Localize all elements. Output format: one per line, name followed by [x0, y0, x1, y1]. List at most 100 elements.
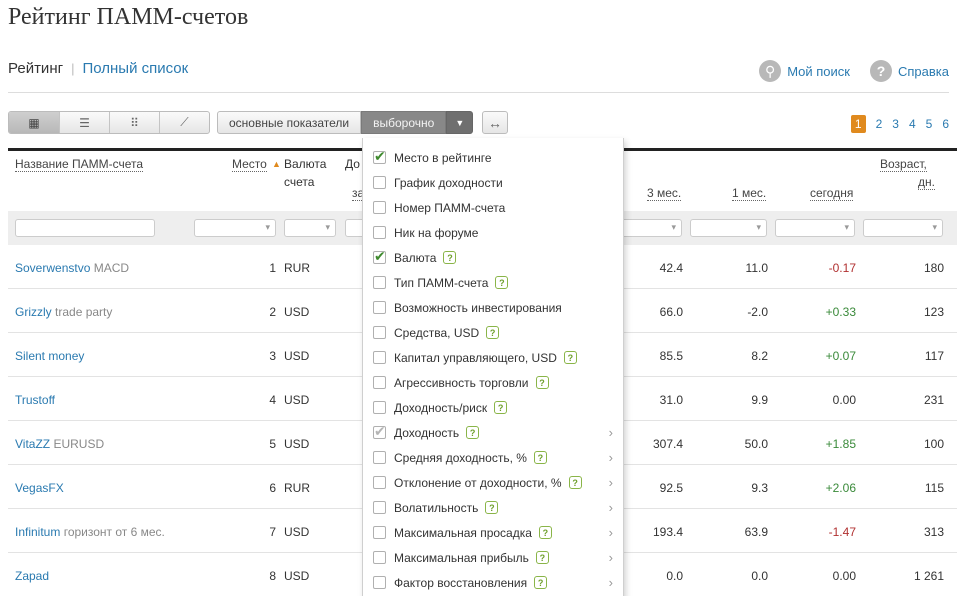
checkbox[interactable] — [373, 248, 386, 265]
help-link[interactable]: Справка — [898, 64, 949, 79]
account-name-link[interactable]: Zapad — [15, 569, 49, 583]
account-name-link[interactable]: Infinitum — [15, 525, 60, 539]
checkbox[interactable] — [373, 451, 386, 464]
column-option[interactable]: Место в рейтинге — [373, 145, 613, 170]
checkbox[interactable] — [373, 276, 386, 289]
account-name[interactable]: Soverwenstvo MACD — [15, 261, 129, 275]
checkbox[interactable] — [373, 576, 386, 589]
help-icon[interactable]: ? — [494, 401, 508, 414]
expand-width-button[interactable]: ↔ — [482, 111, 508, 134]
header-1m[interactable]: 1 мес. — [732, 186, 767, 201]
help-icon[interactable]: ? — [870, 60, 892, 82]
checkbox[interactable] — [373, 176, 386, 189]
chart-view-button[interactable]: ⟋ — [159, 112, 209, 133]
grid-view-button[interactable]: ▦ — [9, 112, 59, 133]
tab-rating[interactable]: Рейтинг — [8, 60, 63, 77]
chevron-right-icon[interactable]: › — [609, 575, 613, 590]
age-filter-select[interactable] — [863, 219, 943, 237]
checkbox[interactable] — [373, 401, 386, 414]
help-icon[interactable]: ? — [534, 576, 548, 589]
help-icon[interactable]: ? — [538, 526, 552, 539]
page-6[interactable]: 6 — [942, 117, 949, 131]
account-name-link[interactable]: Grizzly — [15, 305, 52, 319]
account-name-link[interactable]: VegasFX — [15, 481, 64, 495]
help-icon[interactable]: ? — [443, 251, 457, 264]
checkbox[interactable] — [373, 201, 386, 214]
help-icon[interactable]: ? — [485, 501, 499, 514]
column-option[interactable]: Максимальная просадка? › — [373, 520, 613, 545]
page-5[interactable]: 5 — [926, 117, 933, 131]
page-2[interactable]: 2 — [876, 117, 883, 131]
header-name[interactable]: Название ПАММ-счета — [15, 157, 144, 172]
my-search-link[interactable]: Мой поиск — [787, 64, 850, 79]
tiles-view-button[interactable]: ⠿ — [109, 112, 159, 133]
chevron-right-icon[interactable]: › — [609, 425, 613, 440]
account-name[interactable]: Zapad — [15, 569, 49, 583]
column-option[interactable]: Фактор восстановления? › — [373, 570, 613, 595]
account-name[interactable]: Silent money — [15, 349, 84, 363]
account-name-link[interactable]: Silent money — [15, 349, 84, 363]
help-icon[interactable]: ? — [466, 426, 480, 439]
custom-columns-button[interactable]: выборочно — [361, 111, 447, 134]
help-icon[interactable]: ? — [535, 551, 549, 564]
help-icon[interactable]: ? — [533, 451, 547, 464]
help-icon[interactable]: ? — [486, 326, 500, 339]
checkbox[interactable] — [373, 351, 386, 364]
account-name[interactable]: Trustoff — [15, 393, 55, 407]
column-option[interactable]: Доходность? › — [373, 420, 613, 445]
column-option[interactable]: Средства, USD? — [373, 320, 613, 345]
column-option[interactable]: Агрессивность торговли? — [373, 370, 613, 395]
checkbox[interactable] — [373, 501, 386, 514]
column-option[interactable]: Волатильность? › — [373, 495, 613, 520]
help-icon[interactable]: ? — [495, 276, 509, 289]
checkbox[interactable] — [373, 423, 386, 440]
search-icon[interactable]: ⚲ — [759, 60, 782, 82]
list-view-button[interactable]: ☰ — [59, 112, 109, 133]
help-icon[interactable]: ? — [568, 476, 582, 489]
column-option[interactable]: Возможность инвестирования — [373, 295, 613, 320]
m1-filter-select[interactable] — [690, 219, 767, 237]
column-option[interactable]: Валюта? — [373, 245, 613, 270]
basic-indicators-button[interactable]: основные показатели — [217, 111, 362, 134]
place-filter-select[interactable] — [194, 219, 276, 237]
name-filter-input[interactable] — [15, 219, 155, 237]
currency-filter-select[interactable] — [284, 219, 336, 237]
chevron-right-icon[interactable]: › — [609, 450, 613, 465]
chevron-down-icon[interactable]: ▼ — [446, 111, 474, 134]
help-icon[interactable]: ? — [535, 376, 549, 389]
checkbox[interactable] — [373, 526, 386, 539]
column-option[interactable]: Ник на форуме — [373, 220, 613, 245]
checkbox[interactable] — [373, 301, 386, 314]
chevron-right-icon[interactable]: › — [609, 500, 613, 515]
header-today[interactable]: сегодня — [810, 186, 854, 201]
column-option[interactable]: Средняя доходность, %? › — [373, 445, 613, 470]
checkbox[interactable] — [373, 148, 386, 165]
header-age-1[interactable]: Возраст, — [880, 157, 927, 172]
column-option[interactable]: Максимальная прибыль? › — [373, 545, 613, 570]
checkbox[interactable] — [373, 476, 386, 489]
column-option[interactable]: Доходность/риск? — [373, 395, 613, 420]
account-name[interactable]: VegasFX — [15, 481, 64, 495]
checkbox[interactable] — [373, 376, 386, 389]
chevron-right-icon[interactable]: › — [609, 550, 613, 565]
account-name-link[interactable]: VitaZZ — [15, 437, 50, 451]
today-filter-select[interactable] — [775, 219, 855, 237]
column-option[interactable]: Отклонение от доходности, %? › — [373, 470, 613, 495]
page-4[interactable]: 4 — [909, 117, 916, 131]
column-option[interactable]: Тип ПАММ-счета? — [373, 270, 613, 295]
account-name[interactable]: VitaZZ EURUSD — [15, 437, 104, 451]
column-option[interactable]: График доходности — [373, 170, 613, 195]
account-name[interactable]: Infinitum горизонт от 6 мес. — [15, 525, 165, 539]
checkbox[interactable] — [373, 551, 386, 564]
chevron-right-icon[interactable]: › — [609, 525, 613, 540]
help-icon[interactable]: ? — [563, 351, 577, 364]
tab-full-list[interactable]: Полный список — [82, 60, 188, 77]
header-place[interactable]: Место — [232, 157, 267, 172]
column-option[interactable]: Номер ПАММ-счета — [373, 195, 613, 220]
header-3m[interactable]: 3 мес. — [647, 186, 682, 201]
column-option[interactable]: Капитал управляющего, USD? — [373, 345, 613, 370]
account-name[interactable]: Grizzly trade party — [15, 305, 112, 319]
header-age-2[interactable]: дн. — [918, 175, 935, 190]
checkbox[interactable] — [373, 326, 386, 339]
chevron-right-icon[interactable]: › — [609, 475, 613, 490]
